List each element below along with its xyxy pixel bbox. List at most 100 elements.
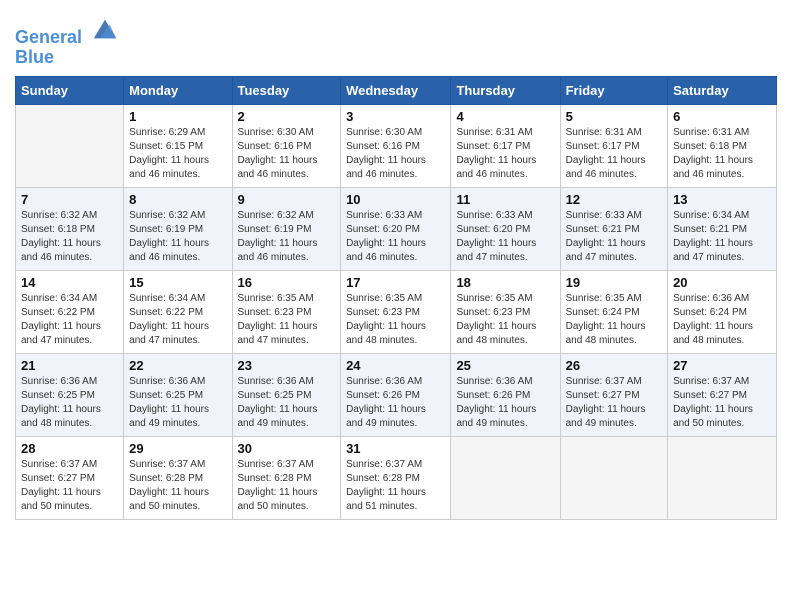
day-number: 21 xyxy=(21,358,118,373)
day-number: 15 xyxy=(129,275,226,290)
day-number: 16 xyxy=(238,275,336,290)
day-info: Sunrise: 6:36 AMSunset: 6:26 PMDaylight:… xyxy=(456,375,554,431)
day-info: Sunrise: 6:34 AMSunset: 6:22 PMDaylight:… xyxy=(21,292,118,348)
day-info: Sunrise: 6:35 AMSunset: 6:24 PMDaylight:… xyxy=(566,292,662,348)
day-info: Sunrise: 6:35 AMSunset: 6:23 PMDaylight:… xyxy=(238,292,336,348)
day-number: 11 xyxy=(456,192,554,207)
day-info: Sunrise: 6:34 AMSunset: 6:22 PMDaylight:… xyxy=(129,292,226,348)
weekday-header-friday: Friday xyxy=(560,76,667,104)
day-number: 27 xyxy=(673,358,771,373)
weekday-header-saturday: Saturday xyxy=(668,76,777,104)
calendar-cell: 31 Sunrise: 6:37 AMSunset: 6:28 PMDayligh… xyxy=(341,436,451,519)
weekday-header-wednesday: Wednesday xyxy=(341,76,451,104)
day-number: 17 xyxy=(346,275,445,290)
calendar-cell: 12 Sunrise: 6:33 AMSunset: 6:21 PMDayligh… xyxy=(560,187,667,270)
calendar-cell: 7 Sunrise: 6:32 AMSunset: 6:18 PMDaylight… xyxy=(16,187,124,270)
calendar-cell: 20 Sunrise: 6:36 AMSunset: 6:24 PMDayligh… xyxy=(668,270,777,353)
day-number: 28 xyxy=(21,441,118,456)
calendar-cell: 11 Sunrise: 6:33 AMSunset: 6:20 PMDayligh… xyxy=(451,187,560,270)
calendar-cell: 5 Sunrise: 6:31 AMSunset: 6:17 PMDaylight… xyxy=(560,104,667,187)
day-info: Sunrise: 6:30 AMSunset: 6:16 PMDaylight:… xyxy=(238,126,336,182)
weekday-header-tuesday: Tuesday xyxy=(232,76,341,104)
calendar-cell: 9 Sunrise: 6:32 AMSunset: 6:19 PMDaylight… xyxy=(232,187,341,270)
calendar-week-5: 28 Sunrise: 6:37 AMSunset: 6:27 PMDayligh… xyxy=(16,436,777,519)
day-number: 14 xyxy=(21,275,118,290)
calendar-cell: 4Sunrise: 6:31 AMSunset: 6:17 PMDaylight… xyxy=(451,104,560,187)
day-number: 7 xyxy=(21,192,118,207)
calendar-cell: 25 Sunrise: 6:36 AMSunset: 6:26 PMDayligh… xyxy=(451,353,560,436)
day-info: Sunrise: 6:36 AMSunset: 6:26 PMDaylight:… xyxy=(346,375,445,431)
day-info: Sunrise: 6:37 AMSunset: 6:28 PMDaylight:… xyxy=(346,458,445,514)
day-info: Sunrise: 6:31 AMSunset: 6:17 PMDaylight:… xyxy=(456,126,554,182)
header: General Blue xyxy=(15,10,777,68)
day-info: Sunrise: 6:32 AMSunset: 6:18 PMDaylight:… xyxy=(21,209,118,265)
calendar-week-2: 7 Sunrise: 6:32 AMSunset: 6:18 PMDaylight… xyxy=(16,187,777,270)
day-info: Sunrise: 6:36 AMSunset: 6:25 PMDaylight:… xyxy=(129,375,226,431)
day-info: Sunrise: 6:33 AMSunset: 6:20 PMDaylight:… xyxy=(456,209,554,265)
calendar-cell: 19 Sunrise: 6:35 AMSunset: 6:24 PMDayligh… xyxy=(560,270,667,353)
day-number: 12 xyxy=(566,192,662,207)
day-info: Sunrise: 6:37 AMSunset: 6:27 PMDaylight:… xyxy=(673,375,771,431)
weekday-header-monday: Monday xyxy=(124,76,232,104)
calendar-cell: 8 Sunrise: 6:32 AMSunset: 6:19 PMDaylight… xyxy=(124,187,232,270)
day-number: 18 xyxy=(456,275,554,290)
day-number: 26 xyxy=(566,358,662,373)
day-number: 3 xyxy=(346,109,445,124)
calendar-cell: 2 Sunrise: 6:30 AMSunset: 6:16 PMDaylight… xyxy=(232,104,341,187)
day-info: Sunrise: 6:37 AMSunset: 6:27 PMDaylight:… xyxy=(21,458,118,514)
day-info: Sunrise: 6:37 AMSunset: 6:27 PMDaylight:… xyxy=(566,375,662,431)
weekday-header-thursday: Thursday xyxy=(451,76,560,104)
day-info: Sunrise: 6:31 AMSunset: 6:18 PMDaylight:… xyxy=(673,126,771,182)
day-number: 25 xyxy=(456,358,554,373)
logo-icon xyxy=(91,15,119,43)
calendar-cell: 18 Sunrise: 6:35 AMSunset: 6:23 PMDayligh… xyxy=(451,270,560,353)
day-number: 22 xyxy=(129,358,226,373)
day-number: 30 xyxy=(238,441,336,456)
calendar-cell: 15 Sunrise: 6:34 AMSunset: 6:22 PMDayligh… xyxy=(124,270,232,353)
day-number: 9 xyxy=(238,192,336,207)
day-number: 31 xyxy=(346,441,445,456)
calendar-cell: 28 Sunrise: 6:37 AMSunset: 6:27 PMDayligh… xyxy=(16,436,124,519)
calendar-cell: 21 Sunrise: 6:36 AMSunset: 6:25 PMDayligh… xyxy=(16,353,124,436)
day-number: 29 xyxy=(129,441,226,456)
day-info: Sunrise: 6:32 AMSunset: 6:19 PMDaylight:… xyxy=(238,209,336,265)
calendar-table: SundayMondayTuesdayWednesdayThursdayFrid… xyxy=(15,76,777,520)
day-info: Sunrise: 6:34 AMSunset: 6:21 PMDaylight:… xyxy=(673,209,771,265)
logo-general: General xyxy=(15,27,82,47)
calendar-cell: 23Sunrise: 6:36 AMSunset: 6:25 PMDayligh… xyxy=(232,353,341,436)
day-info: Sunrise: 6:37 AMSunset: 6:28 PMDaylight:… xyxy=(129,458,226,514)
day-number: 19 xyxy=(566,275,662,290)
weekday-header-sunday: Sunday xyxy=(16,76,124,104)
calendar-cell xyxy=(16,104,124,187)
day-info: Sunrise: 6:32 AMSunset: 6:19 PMDaylight:… xyxy=(129,209,226,265)
calendar-week-4: 21 Sunrise: 6:36 AMSunset: 6:25 PMDayligh… xyxy=(16,353,777,436)
day-info: Sunrise: 6:29 AMSunset: 6:15 PMDaylight:… xyxy=(129,126,226,182)
calendar-cell: 13Sunrise: 6:34 AMSunset: 6:21 PMDayligh… xyxy=(668,187,777,270)
calendar-cell: 6 Sunrise: 6:31 AMSunset: 6:18 PMDaylight… xyxy=(668,104,777,187)
day-info: Sunrise: 6:35 AMSunset: 6:23 PMDaylight:… xyxy=(456,292,554,348)
calendar-cell xyxy=(560,436,667,519)
day-number: 5 xyxy=(566,109,662,124)
day-info: Sunrise: 6:36 AMSunset: 6:24 PMDaylight:… xyxy=(673,292,771,348)
calendar-cell: 22 Sunrise: 6:36 AMSunset: 6:25 PMDayligh… xyxy=(124,353,232,436)
day-number: 2 xyxy=(238,109,336,124)
calendar-cell: 14 Sunrise: 6:34 AMSunset: 6:22 PMDayligh… xyxy=(16,270,124,353)
day-number: 10 xyxy=(346,192,445,207)
day-number: 24 xyxy=(346,358,445,373)
calendar-cell: 1 Sunrise: 6:29 AMSunset: 6:15 PMDaylight… xyxy=(124,104,232,187)
day-info: Sunrise: 6:33 AMSunset: 6:21 PMDaylight:… xyxy=(566,209,662,265)
day-info: Sunrise: 6:31 AMSunset: 6:17 PMDaylight:… xyxy=(566,126,662,182)
calendar-cell: 27 Sunrise: 6:37 AMSunset: 6:27 PMDayligh… xyxy=(668,353,777,436)
calendar-week-1: 1 Sunrise: 6:29 AMSunset: 6:15 PMDaylight… xyxy=(16,104,777,187)
calendar-cell: 16 Sunrise: 6:35 AMSunset: 6:23 PMDayligh… xyxy=(232,270,341,353)
day-info: Sunrise: 6:30 AMSunset: 6:16 PMDaylight:… xyxy=(346,126,445,182)
calendar-cell: 17 Sunrise: 6:35 AMSunset: 6:23 PMDayligh… xyxy=(341,270,451,353)
day-info: Sunrise: 6:35 AMSunset: 6:23 PMDaylight:… xyxy=(346,292,445,348)
day-number: 6 xyxy=(673,109,771,124)
day-number: 20 xyxy=(673,275,771,290)
calendar-cell: 29 Sunrise: 6:37 AMSunset: 6:28 PMDayligh… xyxy=(124,436,232,519)
calendar-week-3: 14 Sunrise: 6:34 AMSunset: 6:22 PMDayligh… xyxy=(16,270,777,353)
day-number: 8 xyxy=(129,192,226,207)
day-number: 1 xyxy=(129,109,226,124)
day-info: Sunrise: 6:36 AMSunset: 6:25 PMDaylight:… xyxy=(21,375,118,431)
